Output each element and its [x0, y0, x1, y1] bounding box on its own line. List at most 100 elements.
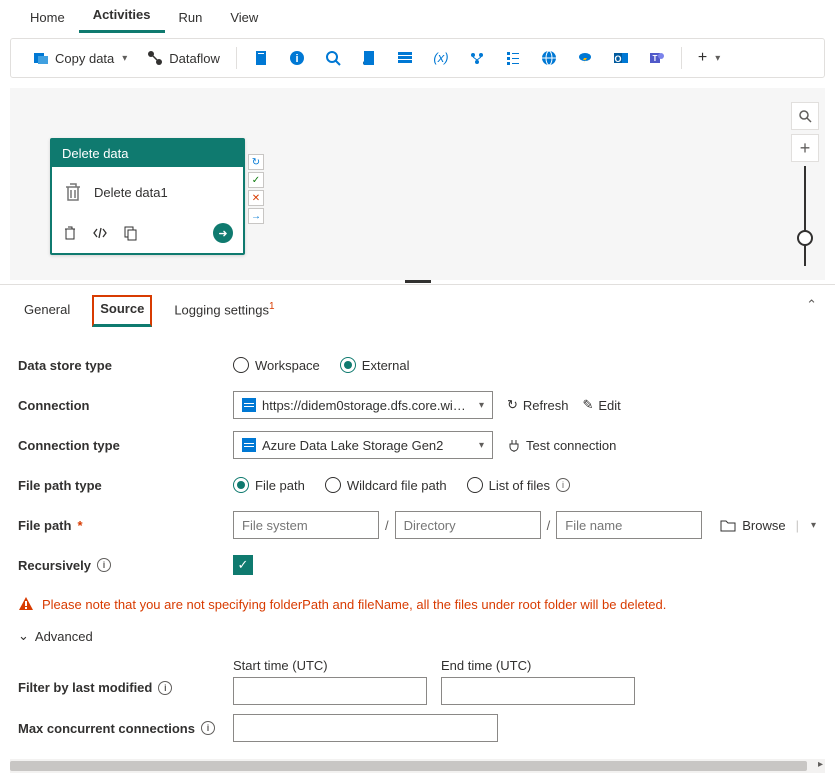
- copy-data-icon: [33, 50, 49, 66]
- loop-icon[interactable]: ↻: [248, 154, 264, 170]
- row-connection: Connection https://didem0storage.dfs.cor…: [18, 388, 817, 422]
- connection-actions: ↻Refresh ✎Edit: [507, 397, 621, 413]
- zoom-knob[interactable]: [797, 230, 813, 246]
- start-time-col: Start time (UTC): [233, 658, 427, 705]
- radio-wildcard[interactable]: Wildcard file path: [325, 477, 447, 493]
- globe-icon[interactable]: [533, 46, 565, 70]
- plus-icon: +: [698, 49, 707, 67]
- radio-wildcard-label: Wildcard file path: [347, 478, 447, 493]
- radio-workspace[interactable]: Workspace: [233, 357, 320, 373]
- connection-type-dropdown[interactable]: Azure Data Lake Storage Gen2 ▾: [233, 431, 493, 459]
- radio-dot: [325, 477, 341, 493]
- label-file-path-type: File path type: [18, 478, 233, 493]
- info-icon[interactable]: i: [556, 478, 570, 492]
- notebook-icon[interactable]: [245, 46, 277, 70]
- chevron-down-icon: ▾: [811, 520, 816, 531]
- pipeline-icon[interactable]: [461, 46, 493, 70]
- list-icon[interactable]: [497, 46, 529, 70]
- fail-icon[interactable]: ✕: [248, 190, 264, 206]
- activity-footer: ➜: [52, 217, 243, 253]
- svg-text:(x): (x): [433, 50, 448, 65]
- row-max-connections: Max concurrent connectionsi: [18, 711, 817, 745]
- file-name-input[interactable]: [556, 511, 702, 539]
- tab-activities[interactable]: Activities: [79, 1, 165, 33]
- pipeline-canvas[interactable]: Delete data Delete data1 ➜ ↻ ✓ ✕ → +: [10, 88, 825, 280]
- run-icon[interactable]: ➜: [213, 223, 233, 243]
- tab-logging-settings[interactable]: Logging settings1: [168, 297, 280, 325]
- advanced-toggle[interactable]: ⌄ Advanced: [18, 624, 817, 658]
- radio-file-path[interactable]: File path: [233, 477, 305, 493]
- scroll-right-icon[interactable]: ▸: [818, 759, 823, 770]
- info-icon[interactable]: i: [201, 721, 215, 735]
- success-icon[interactable]: ✓: [248, 172, 264, 188]
- required-asterisk: *: [77, 518, 82, 533]
- chevron-down-icon: ▾: [479, 440, 484, 451]
- radio-file-path-label: File path: [255, 478, 305, 493]
- dataflow-label: Dataflow: [169, 51, 220, 66]
- search-icon[interactable]: [317, 46, 349, 70]
- outlook-icon[interactable]: O: [605, 46, 637, 70]
- path-separator: /: [547, 518, 551, 533]
- info-icon[interactable]: i: [158, 681, 172, 695]
- copy-data-label: Copy data: [55, 51, 114, 66]
- test-connection-label: Test connection: [526, 438, 616, 453]
- table-icon[interactable]: [389, 46, 421, 70]
- recursively-checkbox[interactable]: ✓: [233, 555, 253, 575]
- delete-data-activity[interactable]: Delete data Delete data1 ➜: [50, 138, 245, 255]
- variable-icon[interactable]: (x): [425, 46, 457, 70]
- test-connection-button[interactable]: Test connection: [507, 438, 616, 453]
- directory-input[interactable]: [395, 511, 541, 539]
- browse-button[interactable]: Browse | ▾: [720, 518, 816, 533]
- tab-home[interactable]: Home: [16, 4, 79, 33]
- collapse-panel-icon[interactable]: ⌃: [806, 297, 817, 313]
- path-separator: /: [385, 518, 389, 533]
- cloud-bolt-icon[interactable]: [569, 46, 601, 70]
- tab-source[interactable]: Source: [92, 295, 152, 327]
- toolbar-separator: [681, 47, 682, 69]
- start-time-input[interactable]: [233, 677, 427, 705]
- pencil-icon: ✎: [582, 397, 593, 413]
- edit-button[interactable]: ✎Edit: [582, 397, 620, 413]
- refresh-icon: ↻: [507, 397, 518, 413]
- copy-icon[interactable]: [122, 225, 138, 241]
- browse-label: Browse: [742, 518, 785, 533]
- canvas-add-icon[interactable]: +: [791, 134, 819, 162]
- info-circle-icon[interactable]: i: [281, 46, 313, 70]
- label-file-path: File path*: [18, 518, 233, 533]
- file-system-input[interactable]: [233, 511, 379, 539]
- end-time-col: End time (UTC): [441, 658, 635, 705]
- toolbar-separator: [236, 47, 237, 69]
- row-file-path: File path* / / Browse | ▾: [18, 508, 817, 542]
- recursively-label-text: Recursively: [18, 558, 91, 573]
- max-connections-input[interactable]: [233, 714, 498, 742]
- connection-type-value: Azure Data Lake Storage Gen2: [262, 438, 471, 453]
- delete-icon[interactable]: [62, 225, 78, 241]
- end-time-input[interactable]: [441, 677, 635, 705]
- activity-type-label: Delete data: [52, 140, 243, 167]
- copy-data-button[interactable]: Copy data ▾: [25, 46, 135, 70]
- end-time-label: End time (UTC): [441, 658, 635, 673]
- teams-icon[interactable]: T: [641, 46, 673, 70]
- skip-icon[interactable]: →: [248, 208, 264, 224]
- add-button[interactable]: + ▾: [690, 45, 728, 71]
- tab-general[interactable]: General: [18, 298, 76, 325]
- script-icon[interactable]: [353, 46, 385, 70]
- properties-panel: General Source Logging settings1 ⌃ Data …: [0, 284, 835, 745]
- connection-dropdown[interactable]: https://didem0storage.dfs.core.wind.. ▾: [233, 391, 493, 419]
- start-time-label: Start time (UTC): [233, 658, 427, 673]
- radio-list-of-files[interactable]: List of filesi: [467, 477, 570, 493]
- refresh-button[interactable]: ↻Refresh: [507, 397, 568, 413]
- info-icon[interactable]: i: [97, 558, 111, 572]
- canvas-search-icon[interactable]: [791, 102, 819, 130]
- tab-view[interactable]: View: [216, 4, 272, 33]
- dataflow-button[interactable]: Dataflow: [139, 46, 228, 70]
- horizontal-scrollbar[interactable]: ▸: [10, 759, 825, 773]
- panel-tabs: General Source Logging settings1 ⌃: [18, 285, 817, 334]
- code-icon[interactable]: [92, 225, 108, 241]
- tab-run[interactable]: Run: [165, 4, 217, 33]
- source-form: Data store type Workspace External Conne…: [18, 334, 817, 745]
- radio-external[interactable]: External: [340, 357, 410, 373]
- radio-external-label: External: [362, 358, 410, 373]
- connection-value: https://didem0storage.dfs.core.wind..: [262, 398, 471, 413]
- tab-logging-label: Logging settings: [174, 302, 269, 317]
